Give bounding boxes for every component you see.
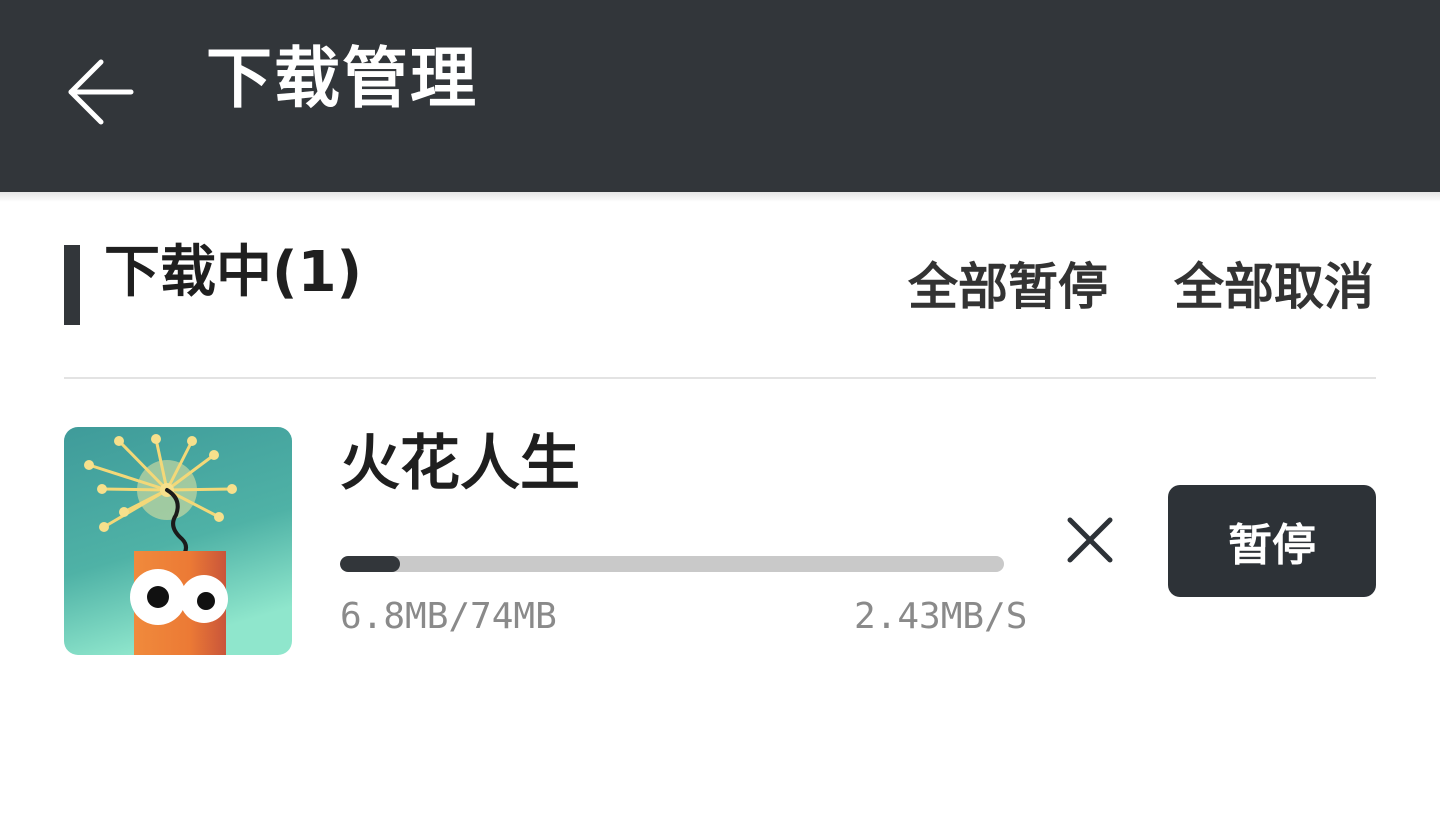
section-accent-bar xyxy=(64,245,80,325)
download-size-text: 6.8MB/74MB xyxy=(340,596,557,637)
pause-all-button[interactable]: 全部暂停 xyxy=(908,254,1108,320)
back-button[interactable] xyxy=(60,52,140,132)
arrow-left-icon xyxy=(68,59,134,125)
download-speed-text: 2.43MB/S xyxy=(854,596,1028,637)
download-progress-fill xyxy=(340,556,400,572)
cancel-download-button[interactable] xyxy=(1060,510,1120,570)
pause-download-button[interactable]: 暂停 xyxy=(1168,485,1376,597)
app-name: 火花人生 xyxy=(340,429,580,499)
firecracker-app-icon xyxy=(64,427,292,655)
header-shadow xyxy=(0,192,1440,202)
page-title: 下载管理 xyxy=(206,40,478,117)
download-progress-bar xyxy=(340,556,1004,572)
cancel-all-button[interactable]: 全部取消 xyxy=(1174,254,1374,320)
section-divider xyxy=(64,377,1376,379)
close-icon xyxy=(1067,517,1113,563)
top-app-bar: 下载管理 xyxy=(0,0,1440,192)
section-title-downloading: 下载中(1) xyxy=(104,240,363,305)
